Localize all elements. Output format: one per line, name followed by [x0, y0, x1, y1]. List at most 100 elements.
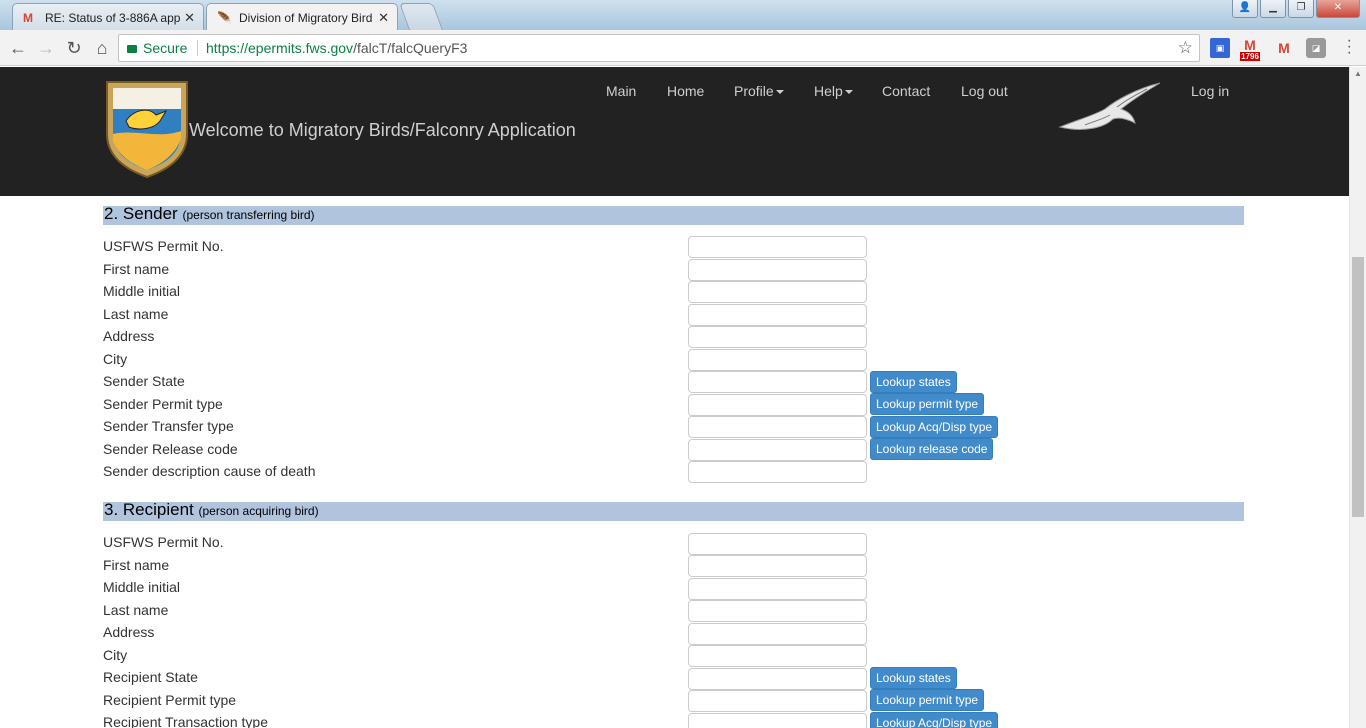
sender-release-code-label: Sender Release code: [103, 441, 238, 457]
sender-first-name-label: First name: [103, 261, 170, 277]
nav-contact[interactable]: Contact: [882, 83, 930, 99]
welcome-text: Welcome to Migratory Birds/Falconry Appl…: [189, 120, 576, 140]
nav-help-dropdown[interactable]: Help: [814, 83, 853, 99]
bookmark-star-icon[interactable]: ☆: [1178, 35, 1193, 61]
fws-shield-logo: [106, 81, 188, 179]
sender-first-name-input[interactable]: [688, 259, 867, 281]
sender-permit-no-input[interactable]: [688, 236, 867, 258]
sender-city-label: City: [103, 351, 128, 367]
recipient-lookup-states-button[interactable]: Lookup states: [870, 667, 957, 689]
sender-transfer-type-label: Sender Transfer type: [103, 418, 234, 434]
recipient-permit-no-input[interactable]: [688, 533, 867, 555]
sender-lookup-states-button[interactable]: Lookup states: [870, 371, 957, 393]
hawk-image: [1058, 82, 1161, 130]
nav-login[interactable]: Log in: [1191, 83, 1229, 99]
secure-indicator[interactable]: Secure: [127, 35, 187, 61]
recipient-last-name-label: Last name: [103, 602, 169, 618]
sender-address-input[interactable]: [688, 326, 867, 348]
scrollbar-thumb[interactable]: [1352, 257, 1364, 517]
unread-badge: 1796: [1240, 52, 1260, 61]
sender-state-label: Sender State: [103, 373, 185, 389]
recipient-address-label: Address: [103, 624, 155, 640]
scroll-up-icon[interactable]: ▲: [1354, 69, 1362, 78]
lock-icon: [127, 45, 137, 53]
back-icon[interactable]: ←: [6, 36, 30, 60]
recipient-state-input[interactable]: [688, 668, 867, 690]
recipient-lookup-acq-disp-button[interactable]: Lookup Acq/Disp type: [870, 712, 999, 728]
minimize-button[interactable]: ▁: [1260, 0, 1286, 18]
recipient-first-name-input[interactable]: [688, 555, 867, 577]
sender-permit-type-input[interactable]: [688, 394, 867, 416]
sender-section-header: 2. Sender (person transferring bird): [103, 204, 1244, 225]
close-icon[interactable]: ✕: [184, 10, 195, 26]
section-subtitle: (person acquiring bird): [198, 504, 319, 518]
page-scrollbar[interactable]: ▲: [1349, 67, 1366, 728]
user-icon[interactable]: 👤: [1232, 0, 1258, 18]
sender-last-name-label: Last name: [103, 306, 169, 322]
sender-city-input[interactable]: [688, 349, 867, 371]
sender-lookup-permit-type-button[interactable]: Lookup permit type: [870, 393, 985, 415]
divider: [197, 40, 198, 56]
reload-icon[interactable]: ↻: [62, 36, 86, 60]
tab-title: Division of Migratory Bird: [239, 11, 373, 25]
home-icon[interactable]: ⌂: [90, 36, 114, 60]
recipient-transaction-type-input[interactable]: [688, 713, 867, 728]
recipient-state-label: Recipient State: [103, 669, 198, 685]
close-icon[interactable]: ✕: [378, 10, 389, 26]
recipient-permit-no-label: USFWS Permit No.: [103, 534, 224, 550]
sender-release-code-input[interactable]: [688, 439, 867, 461]
recipient-address-input[interactable]: [688, 623, 867, 645]
sender-middle-initial-input[interactable]: [688, 281, 867, 303]
window-close-button[interactable]: ✕: [1316, 0, 1360, 18]
nav-main[interactable]: Main: [606, 83, 636, 99]
browser-titlebar: M RE: Status of 3-886A app ✕ 🪶 Division of…: [0, 0, 1366, 30]
tab-migratory-birds[interactable]: 🪶 Division of Migratory Bird ✕: [206, 3, 398, 30]
nav-home[interactable]: Home: [667, 83, 704, 99]
sender-lookup-acq-disp-button[interactable]: Lookup Acq/Disp type: [870, 416, 999, 438]
recipient-transaction-type-label: Recipient Transaction type: [103, 714, 268, 728]
recipient-permit-type-input[interactable]: [688, 690, 867, 712]
tab-title: RE: Status of 3-886A app: [45, 11, 181, 25]
recipient-city-input[interactable]: [688, 645, 867, 667]
sender-cause-of-death-label: Sender description cause of death: [103, 463, 316, 479]
recipient-first-name-label: First name: [103, 557, 170, 573]
section-subtitle: (person transferring bird): [182, 208, 315, 222]
menu-icon[interactable]: · · ·: [1347, 33, 1352, 61]
hawk-icon: 🪶: [217, 11, 232, 25]
recipient-lookup-permit-type-button[interactable]: Lookup permit type: [870, 689, 985, 711]
caret-down-icon: [844, 90, 853, 94]
sender-state-input[interactable]: [688, 371, 867, 393]
sender-cause-of-death-input[interactable]: [688, 461, 867, 483]
new-tab-button[interactable]: [399, 3, 443, 30]
browser-toolbar: ← → ↻ ⌂ Secure https://epermits.fws.gov/…: [0, 30, 1366, 66]
extension-icon[interactable]: ▣: [1210, 38, 1230, 58]
recipient-middle-initial-input[interactable]: [688, 578, 867, 600]
restore-button[interactable]: ❐: [1288, 0, 1314, 18]
recipient-section-header: 3. Recipient (person acquiring bird): [103, 500, 1244, 521]
nav-logout[interactable]: Log out: [961, 83, 1008, 99]
caret-down-icon: [775, 90, 784, 94]
window-controls: 👤 ▁ ❐ ✕: [1232, 0, 1360, 18]
recipient-last-name-input[interactable]: [688, 600, 867, 622]
recipient-city-label: City: [103, 647, 128, 663]
gmail-icon[interactable]: M: [1274, 38, 1294, 58]
sender-transfer-type-input[interactable]: [688, 416, 867, 438]
sender-permit-no-label: USFWS Permit No.: [103, 238, 224, 254]
url-text[interactable]: https://epermits.fws.gov/falcT/falcQuery…: [206, 35, 467, 61]
nav-profile-dropdown[interactable]: Profile: [734, 83, 784, 99]
recipient-middle-initial-label: Middle initial: [103, 579, 181, 595]
sender-permit-type-label: Sender Permit type: [103, 396, 223, 412]
sender-last-name-input[interactable]: [688, 304, 867, 326]
forward-icon[interactable]: →: [34, 36, 58, 60]
address-bar[interactable]: Secure https://epermits.fws.gov/falcT/fa…: [118, 34, 1200, 62]
recipient-permit-type-label: Recipient Permit type: [103, 692, 237, 708]
sender-lookup-release-code-button[interactable]: Lookup release code: [870, 438, 994, 460]
sender-middle-initial-label: Middle initial: [103, 283, 181, 299]
gmail-icon: M: [23, 11, 33, 25]
extension-icon[interactable]: ◪: [1306, 38, 1326, 58]
tab-gmail[interactable]: M RE: Status of 3-886A app ✕: [12, 3, 204, 30]
gmail-checker-icon[interactable]: M 1796: [1240, 38, 1260, 61]
section-title: 3. Recipient (person acquiring bird): [104, 500, 319, 519]
site-header: Welcome to Migratory Birds/Falconry Appl…: [0, 67, 1349, 196]
sender-address-label: Address: [103, 328, 155, 344]
